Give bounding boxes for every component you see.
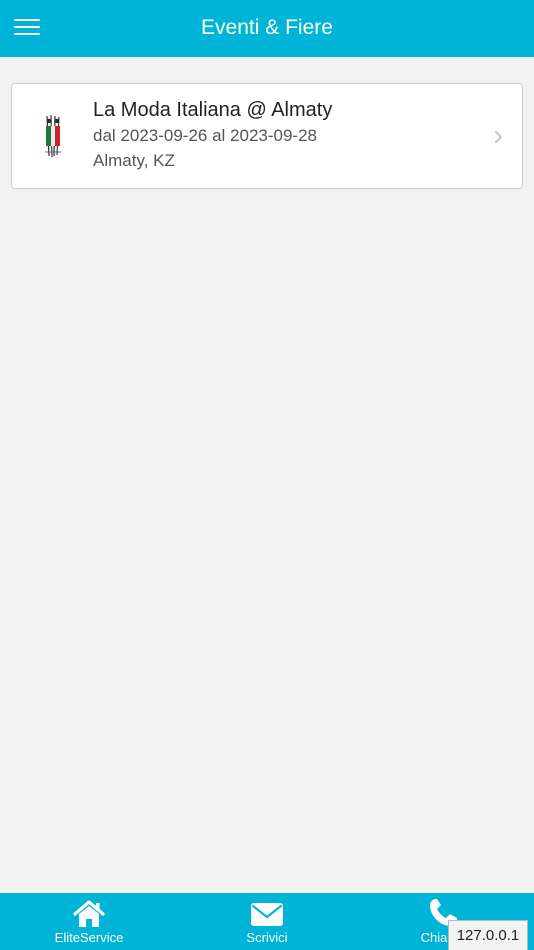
menu-line bbox=[14, 33, 40, 35]
tab-label: Scrivici bbox=[246, 930, 288, 945]
page-title: Eventi & Fiere bbox=[201, 16, 333, 39]
ip-address-badge: 127.0.0.1 bbox=[448, 920, 528, 950]
event-dates: dal 2023-09-26 al 2023-09-28 bbox=[93, 126, 318, 145]
event-logo-icon bbox=[40, 112, 66, 160]
chevron-right-icon bbox=[494, 130, 504, 144]
top-app-bar: Eventi & Fiere bbox=[0, 0, 534, 57]
event-title: La Moda Italiana @ Almaty bbox=[93, 99, 333, 121]
envelope-icon bbox=[250, 902, 284, 932]
menu-line bbox=[14, 26, 40, 28]
hamburger-menu-icon[interactable] bbox=[14, 18, 40, 37]
tab-scrivici[interactable]: Scrivici bbox=[192, 893, 342, 950]
tab-label: EliteService bbox=[54, 930, 124, 945]
menu-line bbox=[14, 19, 40, 21]
home-icon bbox=[71, 899, 107, 934]
event-list-item[interactable]: La Moda Italiana @ Almaty dal 2023-09-26… bbox=[11, 83, 523, 189]
event-location: Almaty, KZ bbox=[93, 151, 175, 170]
tab-eliteservice[interactable]: EliteService bbox=[14, 893, 164, 950]
